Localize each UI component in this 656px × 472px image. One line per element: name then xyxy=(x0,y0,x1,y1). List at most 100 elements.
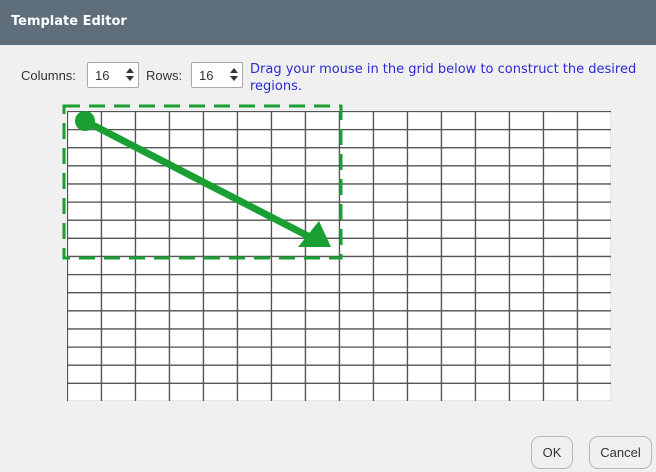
chevron-up-icon[interactable] xyxy=(230,68,238,73)
grid-cell[interactable] xyxy=(100,111,137,131)
grid-cell[interactable] xyxy=(508,346,545,366)
grid-cell[interactable] xyxy=(270,328,307,348)
grid-cell[interactable] xyxy=(406,292,443,312)
grid-cell[interactable] xyxy=(202,273,239,294)
grid-cell[interactable] xyxy=(168,255,205,276)
grid-cell[interactable] xyxy=(202,237,239,258)
grid-cell[interactable] xyxy=(576,165,612,185)
grid-cell[interactable] xyxy=(67,201,103,221)
grid-cell[interactable] xyxy=(134,328,171,348)
grid-cell[interactable] xyxy=(474,346,511,366)
grid-cell[interactable] xyxy=(236,111,273,131)
grid-cell[interactable] xyxy=(202,111,239,131)
grid-cell[interactable] xyxy=(67,310,103,330)
grid-cell[interactable] xyxy=(440,292,477,312)
grid-cell[interactable] xyxy=(270,292,307,312)
grid-cell[interactable] xyxy=(576,128,612,149)
grid-cell[interactable] xyxy=(372,255,409,276)
grid-cell[interactable] xyxy=(202,183,239,203)
grid-cell[interactable] xyxy=(304,364,341,385)
grid-cell[interactable] xyxy=(236,183,273,203)
grid-cell[interactable] xyxy=(270,310,307,330)
grid-cell[interactable] xyxy=(67,346,103,366)
grid-cell[interactable] xyxy=(100,219,137,240)
grid-cell[interactable] xyxy=(372,147,409,167)
grid-cell[interactable] xyxy=(576,328,612,348)
grid-cell[interactable] xyxy=(406,310,443,330)
grid-cell[interactable] xyxy=(202,147,239,167)
grid-cell[interactable] xyxy=(168,292,205,312)
grid-cell[interactable] xyxy=(134,201,171,221)
grid-cell[interactable] xyxy=(100,201,137,221)
grid-cell[interactable] xyxy=(576,147,612,167)
grid-cell[interactable] xyxy=(67,165,103,185)
grid-cell[interactable] xyxy=(372,219,409,240)
grid-cell[interactable] xyxy=(576,201,612,221)
grid-cell[interactable] xyxy=(576,346,612,366)
grid-cell[interactable] xyxy=(542,346,579,366)
grid-cell[interactable] xyxy=(304,382,341,401)
grid-cell[interactable] xyxy=(168,237,205,258)
grid-cell[interactable] xyxy=(134,310,171,330)
grid-cell[interactable] xyxy=(576,292,612,312)
grid-cell[interactable] xyxy=(440,346,477,366)
grid-cell[interactable] xyxy=(406,237,443,258)
grid-cell[interactable] xyxy=(168,165,205,185)
grid-cell[interactable] xyxy=(202,292,239,312)
grid-cell[interactable] xyxy=(168,183,205,203)
grid-cell[interactable] xyxy=(474,219,511,240)
grid-cell[interactable] xyxy=(304,201,341,221)
grid-cell[interactable] xyxy=(100,237,137,258)
grid-cell[interactable] xyxy=(236,382,273,401)
grid-cell[interactable] xyxy=(372,364,409,385)
grid-cell[interactable] xyxy=(67,183,103,203)
grid-cell[interactable] xyxy=(270,382,307,401)
grid-cell[interactable] xyxy=(440,201,477,221)
grid-cell[interactable] xyxy=(440,128,477,149)
grid-cell[interactable] xyxy=(372,165,409,185)
grid-cell[interactable] xyxy=(508,255,545,276)
region-grid[interactable] xyxy=(67,111,611,401)
grid-cell[interactable] xyxy=(304,165,341,185)
grid-cell[interactable] xyxy=(542,255,579,276)
grid-cell[interactable] xyxy=(474,292,511,312)
grid-cell[interactable] xyxy=(338,183,375,203)
grid-cell[interactable] xyxy=(304,237,341,258)
grid-cell[interactable] xyxy=(236,364,273,385)
grid-cell[interactable] xyxy=(304,273,341,294)
chevron-down-icon[interactable] xyxy=(230,76,238,81)
grid-cell[interactable] xyxy=(576,273,612,294)
grid-cell[interactable] xyxy=(474,183,511,203)
grid-cell[interactable] xyxy=(270,219,307,240)
grid-cell[interactable] xyxy=(100,147,137,167)
grid-cell[interactable] xyxy=(372,128,409,149)
grid-cell[interactable] xyxy=(304,292,341,312)
grid-cell[interactable] xyxy=(100,310,137,330)
grid-cell[interactable] xyxy=(576,255,612,276)
grid-cell[interactable] xyxy=(508,219,545,240)
grid-cell[interactable] xyxy=(440,147,477,167)
grid-cell[interactable] xyxy=(542,237,579,258)
grid-cell[interactable] xyxy=(406,165,443,185)
grid-cell[interactable] xyxy=(134,273,171,294)
grid-cell[interactable] xyxy=(168,128,205,149)
grid-cell[interactable] xyxy=(100,382,137,401)
grid-cell[interactable] xyxy=(372,183,409,203)
grid-cell[interactable] xyxy=(134,165,171,185)
grid-cell[interactable] xyxy=(304,346,341,366)
grid-cell[interactable] xyxy=(338,255,375,276)
grid-cell[interactable] xyxy=(576,111,612,131)
chevron-down-icon[interactable] xyxy=(126,76,134,81)
rows-stepper-arrows[interactable] xyxy=(229,66,239,84)
grid-cell[interactable] xyxy=(576,183,612,203)
grid-cell[interactable] xyxy=(372,346,409,366)
grid-cell[interactable] xyxy=(168,346,205,366)
grid-cell[interactable] xyxy=(100,183,137,203)
grid-cell[interactable] xyxy=(202,255,239,276)
grid-cell[interactable] xyxy=(508,328,545,348)
grid-cell[interactable] xyxy=(474,165,511,185)
grid-cell[interactable] xyxy=(508,201,545,221)
grid-cell[interactable] xyxy=(134,128,171,149)
grid-cell[interactable] xyxy=(474,273,511,294)
grid-cell[interactable] xyxy=(440,219,477,240)
